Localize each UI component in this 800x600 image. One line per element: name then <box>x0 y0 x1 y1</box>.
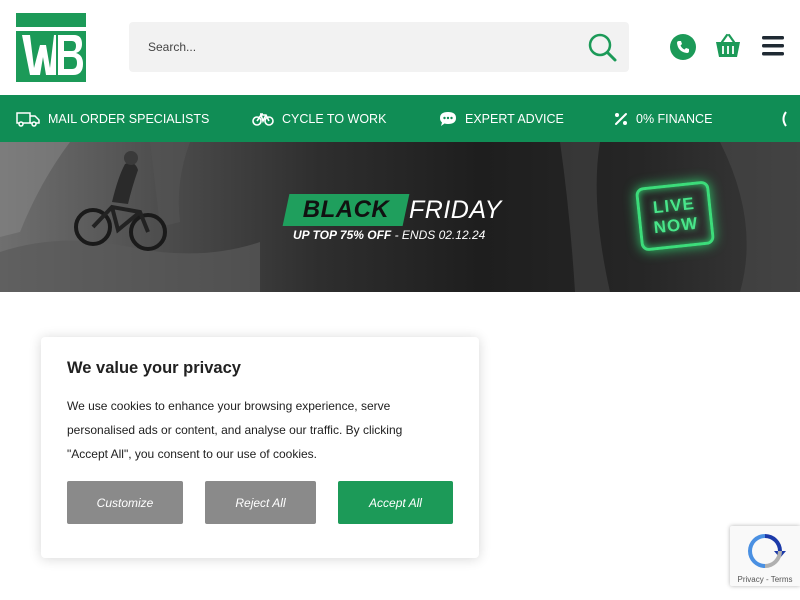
reject-all-button[interactable]: Reject All <box>205 481 316 524</box>
usp-partial <box>780 95 798 142</box>
usp-label: EXPERT ADVICE <box>465 111 564 126</box>
black-text: BLACK <box>302 196 390 223</box>
search-icon[interactable] <box>585 30 619 64</box>
recaptcha-icon <box>748 534 786 568</box>
usp-expert-advice[interactable]: EXPERT ADVICE <box>439 95 564 142</box>
live-now-badge: LIVE NOW <box>634 180 716 252</box>
cookie-text: We use cookies to enhance your browsing … <box>67 399 403 461</box>
cookie-consent-dialog: We value your privacy We use cookies to … <box>41 337 479 558</box>
recaptcha-links[interactable]: Privacy - Terms <box>730 575 800 584</box>
customize-button[interactable]: Customize <box>67 481 183 524</box>
usp-label: MAIL ORDER SPECIALISTS <box>48 111 210 126</box>
phone-icon[interactable] <box>670 34 696 60</box>
offer-subtitle: UP TOP 75% OFF - ENDS 02.12.24 <box>293 228 485 242</box>
search-input[interactable] <box>129 22 569 72</box>
usp-cycle-to-work[interactable]: CYCLE TO WORK <box>252 95 386 142</box>
site-header <box>0 0 800 95</box>
friday-label: FRIDAY <box>409 196 502 224</box>
black-label: BLACK <box>282 194 410 226</box>
usp-finance[interactable]: 0% FINANCE <box>614 95 712 142</box>
cookie-title: We value your privacy <box>67 359 241 377</box>
offer-text: UP TOP 75% OFF <box>293 228 392 242</box>
usp-label: CYCLE TO WORK <box>282 111 387 126</box>
partial-icon <box>782 110 787 127</box>
bicycle-icon <box>252 112 274 126</box>
recaptcha-badge[interactable]: Privacy - Terms <box>730 526 800 586</box>
menu-icon[interactable] <box>762 36 784 56</box>
van-icon <box>16 111 40 127</box>
chat-icon <box>440 111 456 126</box>
percent-icon <box>615 112 627 125</box>
accept-all-button[interactable]: Accept All <box>338 481 453 524</box>
now-text: NOW <box>652 213 700 238</box>
usp-label: 0% FINANCE <box>636 111 713 126</box>
usp-mail-order[interactable]: MAIL ORDER SPECIALISTS <box>16 95 209 142</box>
basket-icon[interactable] <box>714 33 742 59</box>
usp-bar: MAIL ORDER SPECIALISTS CYCLE TO WORK EXP… <box>0 95 800 142</box>
ends-text: - ENDS 02.12.24 <box>391 228 486 242</box>
black-friday-banner[interactable]: BLACK FRIDAY UP TOP 75% OFF - ENDS 02.12… <box>0 142 800 292</box>
search-bar <box>129 22 629 72</box>
wb-logo[interactable] <box>16 13 86 82</box>
